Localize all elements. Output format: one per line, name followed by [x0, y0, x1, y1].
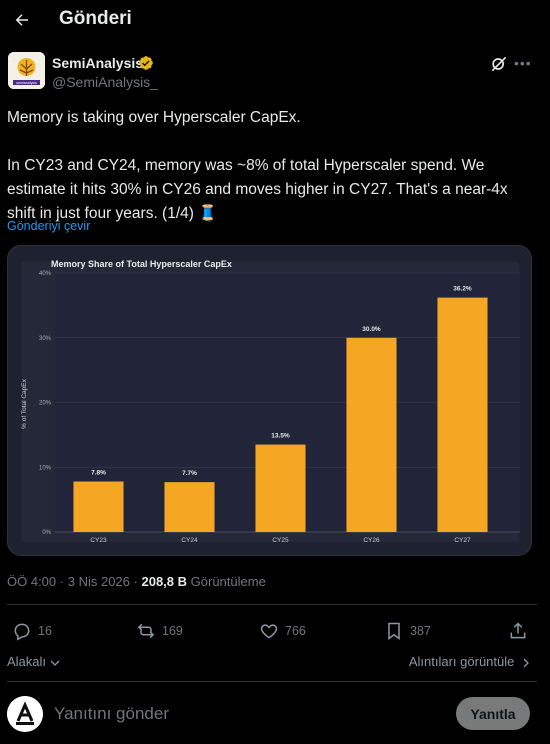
bookmark-action[interactable]: 387 [384, 620, 431, 642]
related-label: Alakalı [7, 654, 47, 669]
chart-x-tick-label: CY26 [363, 537, 380, 544]
tweet-meta: ÖÖ 4:00 · 3 Nis 2026 · 208,8 B Görüntüle… [7, 574, 266, 589]
more-options-icon[interactable]: ••• [514, 54, 534, 74]
chart-data-label: 13.5% [271, 433, 290, 440]
views-count: 208,8 B [141, 574, 188, 589]
chart-y-tick-label: 10% [39, 465, 52, 471]
share-action[interactable] [508, 620, 528, 642]
author-name[interactable]: SemiAnalysis [52, 55, 143, 71]
chart-y-axis-label: % of Total CapEx [21, 378, 28, 428]
chart-y-tick-label: 20% [39, 401, 52, 407]
tweet-date[interactable]: 3 Nis 2026 [68, 574, 130, 589]
avatar-logo-text: semianalysis [16, 81, 37, 85]
share-icon [510, 622, 526, 639]
tweet-text: Memory is taking over Hyperscaler CapEx.… [7, 109, 508, 222]
reply-action[interactable]: 16 [12, 620, 52, 642]
reply-button[interactable]: Yanıtla [456, 697, 530, 730]
view-quotes-link[interactable]: Alıntıları görüntüle [409, 654, 530, 669]
translate-tweet-link[interactable]: Gönderiyi çevir [7, 219, 90, 233]
chart-y-tick-label: 30% [39, 336, 52, 342]
chart-y-tick-label: 0% [42, 530, 51, 536]
chart-bar-cy23 [73, 481, 124, 532]
divider-2 [7, 681, 537, 682]
page-title: Gönderi [59, 8, 132, 29]
related-tweets-toggle[interactable]: Alakalı [7, 654, 60, 669]
views-label: Görüntüleme [190, 574, 266, 589]
bar-chart: Memory Share of Total Hyperscaler CapEx … [21, 259, 520, 544]
chart-bar-cy24 [164, 482, 215, 532]
verified-badge-icon [138, 55, 154, 71]
reply-icon [14, 623, 30, 641]
reply-count: 16 [38, 624, 52, 638]
chart-bar-cy27 [437, 297, 488, 532]
chart-image[interactable]: Memory Share of Total Hyperscaler CapEx … [7, 245, 532, 556]
chart-bar-cy26 [346, 337, 397, 532]
meta-separator-2: · [133, 574, 138, 589]
chart-data-label: 36.2% [453, 286, 472, 293]
user-avatar[interactable] [7, 696, 43, 732]
view-quotes-label: Alıntıları görüntüle [408, 654, 515, 669]
chart-x-tick-label: CY23 [90, 537, 107, 544]
author-handle[interactable]: @SemiAnalysis_ [52, 74, 158, 90]
divider [7, 604, 537, 605]
reply-input[interactable] [54, 704, 434, 724]
repost-count: 169 [162, 624, 183, 638]
like-action[interactable]: 766 [259, 620, 306, 642]
back-arrow-icon[interactable] [8, 6, 36, 34]
chart-bar-cy25 [255, 444, 306, 532]
heart-icon [260, 624, 278, 639]
chart-title: Memory Share of Total Hyperscaler CapEx [51, 259, 232, 269]
grok-icon[interactable] [489, 54, 509, 74]
top-bar: Gönderi [0, 0, 550, 40]
repost-icon [137, 623, 155, 639]
bookmark-icon [388, 622, 400, 640]
chart-x-tick-label: CY25 [272, 537, 289, 544]
chart-y-tick-label: 40% [39, 271, 52, 277]
chart-data-label: 7.7% [182, 470, 197, 477]
chevron-right-icon [523, 658, 529, 668]
meta-separator: · [59, 574, 65, 589]
chart-data-label: 7.8% [91, 469, 106, 476]
like-count: 766 [285, 624, 306, 638]
chart-data-label: 30.0% [362, 326, 381, 333]
tweet-time[interactable]: ÖÖ 4:00 [7, 574, 56, 589]
chart-x-tick-label: CY27 [454, 537, 471, 544]
chevron-down-icon [50, 660, 60, 666]
author-avatar[interactable]: semianalysis [8, 52, 45, 89]
bookmark-count: 387 [410, 624, 431, 638]
chart-x-tick-label: CY24 [181, 537, 198, 544]
repost-action[interactable]: 169 [136, 620, 183, 642]
